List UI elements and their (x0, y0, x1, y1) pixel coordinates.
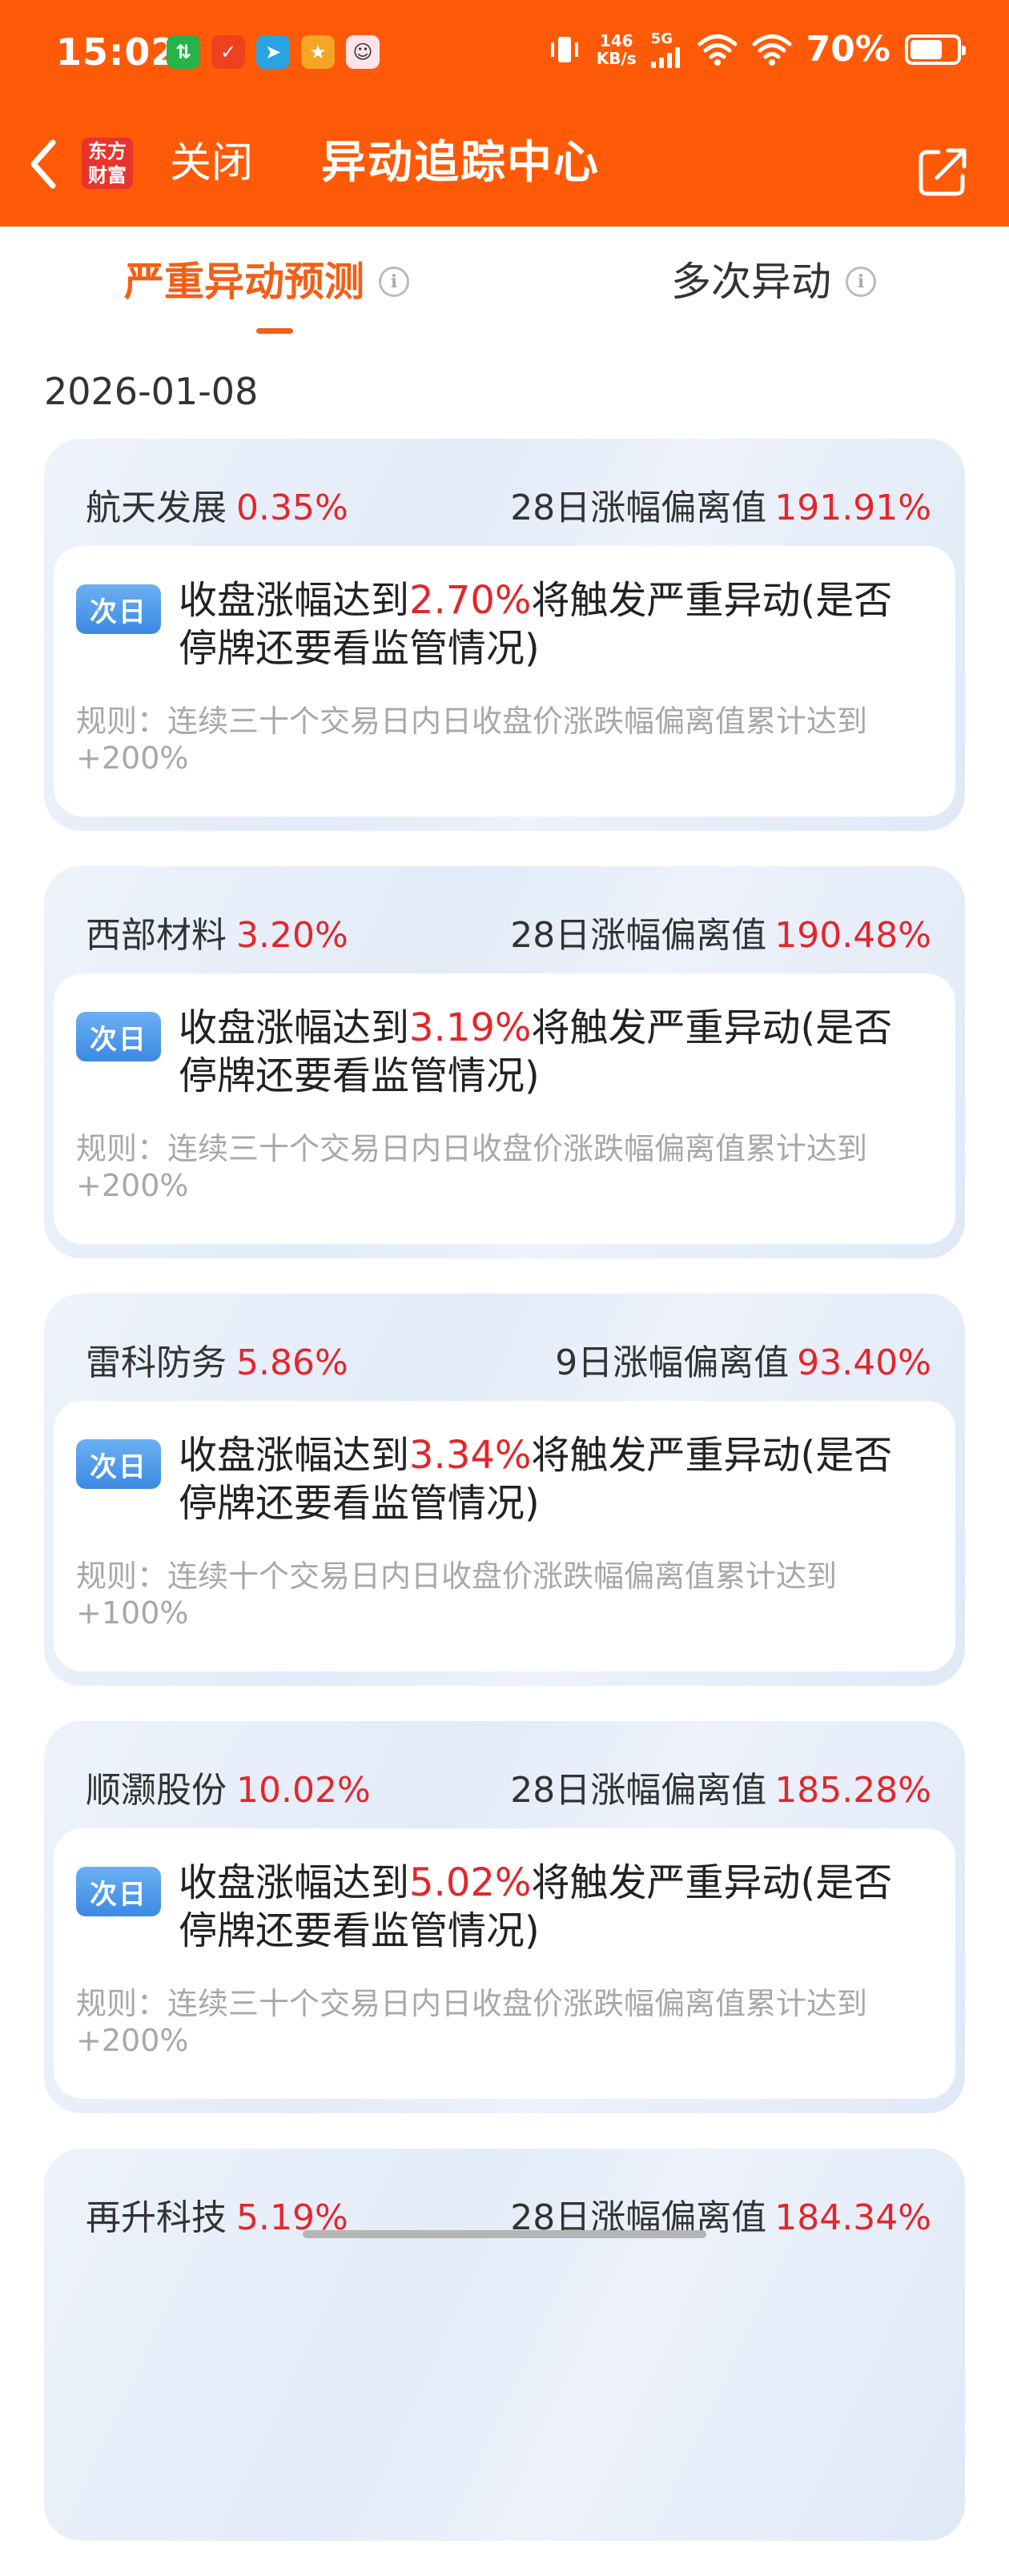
anomaly-card[interactable]: 顺灏股份 10.02% 28日涨幅偏离值 185.28% 次日 收盘涨幅达到5.02… (44, 1721, 965, 2113)
cell-signal: 5G (650, 30, 683, 68)
status-indicators: 146 KB/s 5G 70% (547, 29, 966, 70)
next-day-badge: 次日 (76, 1867, 161, 1916)
card-body: 次日 收盘涨幅达到2.70%将触发严重异动(是否停牌还要看监管情况) 规则：连续… (54, 546, 955, 817)
trigger-text: 收盘涨幅达到3.19%将触发严重异动(是否停牌还要看监管情况) (179, 1005, 893, 1098)
deviation-label: 28日涨幅偏离值 (510, 488, 767, 528)
page-title: 异动追踪中心 (321, 137, 600, 189)
deviation-value: 93.40% (797, 1342, 931, 1383)
battery-percent: 70% (806, 29, 890, 70)
deviation-value: 191.91% (774, 488, 931, 528)
status-time: 15:02 (56, 30, 178, 74)
stock-name: 顺灏股份 (86, 1770, 227, 1811)
status-bar: 15:02 ⇅ ✓ ➤ ★ ☺ 146 KB/s 5G 70% (0, 0, 1009, 108)
app-header: 15:02 ⇅ ✓ ➤ ★ ☺ 146 KB/s 5G 70% 东方 财富 关闭… (0, 0, 1009, 227)
deviation-label: 9日涨幅偏离值 (555, 1342, 790, 1383)
status-app-icons: ⇅ ✓ ➤ ★ ☺ (167, 35, 380, 69)
nav-bar: 东方 财富 关闭 异动追踪中心 (0, 120, 1009, 208)
stock-change: 5.86% (236, 1342, 348, 1383)
date-label: 2026-01-08 (44, 370, 259, 413)
deviation-label: 28日涨幅偏离值 (510, 1770, 767, 1811)
active-tab-indicator (256, 328, 293, 334)
tab-severe-anomaly-forecast[interactable]: 严重异动预测 i (124, 256, 409, 307)
info-icon[interactable]: i (846, 267, 876, 297)
next-day-badge: 次日 (76, 584, 161, 634)
card-header: 西部材料 3.20% 28日涨幅偏离值 190.48% (54, 876, 955, 984)
trigger-text: 收盘涨幅达到3.34%将触发严重异动(是否停牌还要看监管情况) (179, 1433, 893, 1526)
notification-app-icon: ⇅ (167, 35, 200, 69)
info-icon[interactable]: i (379, 267, 409, 297)
anomaly-card[interactable]: 雷科防务 5.86% 9日涨幅偏离值 93.40% 次日 收盘涨幅达到3.34%将触… (44, 1294, 965, 1686)
trigger-percent: 5.02% (409, 1860, 532, 1905)
stock-name: 航天发展 (86, 488, 227, 528)
trigger-text: 收盘涨幅达到5.02%将触发严重异动(是否停牌还要看监管情况) (179, 1860, 893, 1953)
card-header: 航天发展 0.35% 28日涨幅偏离值 191.91% (54, 448, 955, 556)
battery-level-fill (911, 39, 942, 59)
next-day-badge: 次日 (76, 1439, 161, 1489)
stock-name: 雷科防务 (86, 1342, 227, 1383)
anomaly-card[interactable]: 再升科技 5.19% 28日涨幅偏离值 184.34% (44, 2149, 965, 2541)
anomaly-card[interactable]: 西部材料 3.20% 28日涨幅偏离值 190.48% 次日 收盘涨幅达到3.19%… (44, 866, 965, 1258)
stock-change: 3.20% (236, 915, 348, 956)
battery-icon (905, 34, 966, 65)
stock-change: 10.02% (236, 1770, 371, 1811)
telegram-icon: ➤ (256, 35, 290, 69)
deviation-label: 28日涨幅偏离值 (510, 915, 767, 956)
wifi-icon (697, 34, 738, 66)
rule-text: 规则：连续三十个交易日内日收盘价涨跌幅偏离值累计达到+200% (76, 1131, 868, 1203)
card-body: 次日 收盘涨幅达到5.02%将触发严重异动(是否停牌还要看监管情况) 规则：连续… (54, 1828, 955, 2099)
rule-text: 规则：连续三十个交易日内日收盘价涨跌幅偏离值累计达到+200% (76, 704, 868, 776)
tab-bar: 严重异动预测 i 多次异动 i (0, 232, 1009, 344)
net-speed: 146 KB/s (596, 30, 637, 68)
deviation-value: 185.28% (774, 1770, 931, 1811)
tab-label: 多次异动 (671, 259, 831, 305)
notification-app-icon: ★ (301, 35, 335, 69)
tab-multiple-anomalies[interactable]: 多次异动 i (671, 256, 876, 307)
deviation-value: 190.48% (774, 915, 931, 956)
stock-name: 西部材料 (86, 915, 227, 956)
home-indicator[interactable] (303, 2230, 706, 2238)
stock-change: 0.35% (236, 488, 348, 528)
deviation-value: 184.34% (774, 2197, 931, 2238)
stock-name: 再升科技 (86, 2197, 227, 2238)
card-body: 次日 收盘涨幅达到3.34%将触发严重异动(是否停牌还要看监管情况) 规则：连续… (54, 1401, 955, 1671)
trigger-percent: 3.19% (409, 1005, 532, 1050)
anomaly-card-list: 航天发展 0.35% 28日涨幅偏离值 191.91% 次日 收盘涨幅达到2.70%… (44, 439, 965, 2576)
card-body: 次日 收盘涨幅达到3.19%将触发严重异动(是否停牌还要看监管情况) 规则：连续… (54, 973, 955, 1244)
card-header: 顺灏股份 10.02% 28日涨幅偏离值 185.28% (54, 1731, 955, 1839)
trigger-percent: 3.34% (409, 1433, 532, 1478)
rule-text: 规则：连续十个交易日内日收盘价涨跌幅偏离值累计达到+100% (76, 1559, 838, 1631)
notification-app-icon: ✓ (211, 35, 245, 69)
tab-label: 严重异动预测 (124, 259, 364, 305)
trigger-percent: 2.70% (409, 578, 532, 623)
rule-text: 规则：连续三十个交易日内日收盘价涨跌幅偏离值累计达到+200% (76, 1986, 868, 2058)
avatar-notification-icon: ☺ (346, 35, 380, 69)
signal-icon (650, 47, 680, 68)
share-icon (919, 148, 967, 196)
share-button[interactable] (915, 144, 971, 200)
card-header: 雷科防务 5.86% 9日涨幅偏离值 93.40% (54, 1303, 955, 1411)
vibrate-icon (550, 36, 578, 62)
next-day-badge: 次日 (76, 1012, 161, 1061)
trigger-text: 收盘涨幅达到2.70%将触发严重异动(是否停牌还要看监管情况) (179, 578, 893, 671)
anomaly-card[interactable]: 航天发展 0.35% 28日涨幅偏离值 191.91% 次日 收盘涨幅达到2.70%… (44, 439, 965, 831)
wifi-icon (752, 34, 792, 66)
card-header: 再升科技 5.19% 28日涨幅偏离值 184.34% (54, 2158, 955, 2266)
